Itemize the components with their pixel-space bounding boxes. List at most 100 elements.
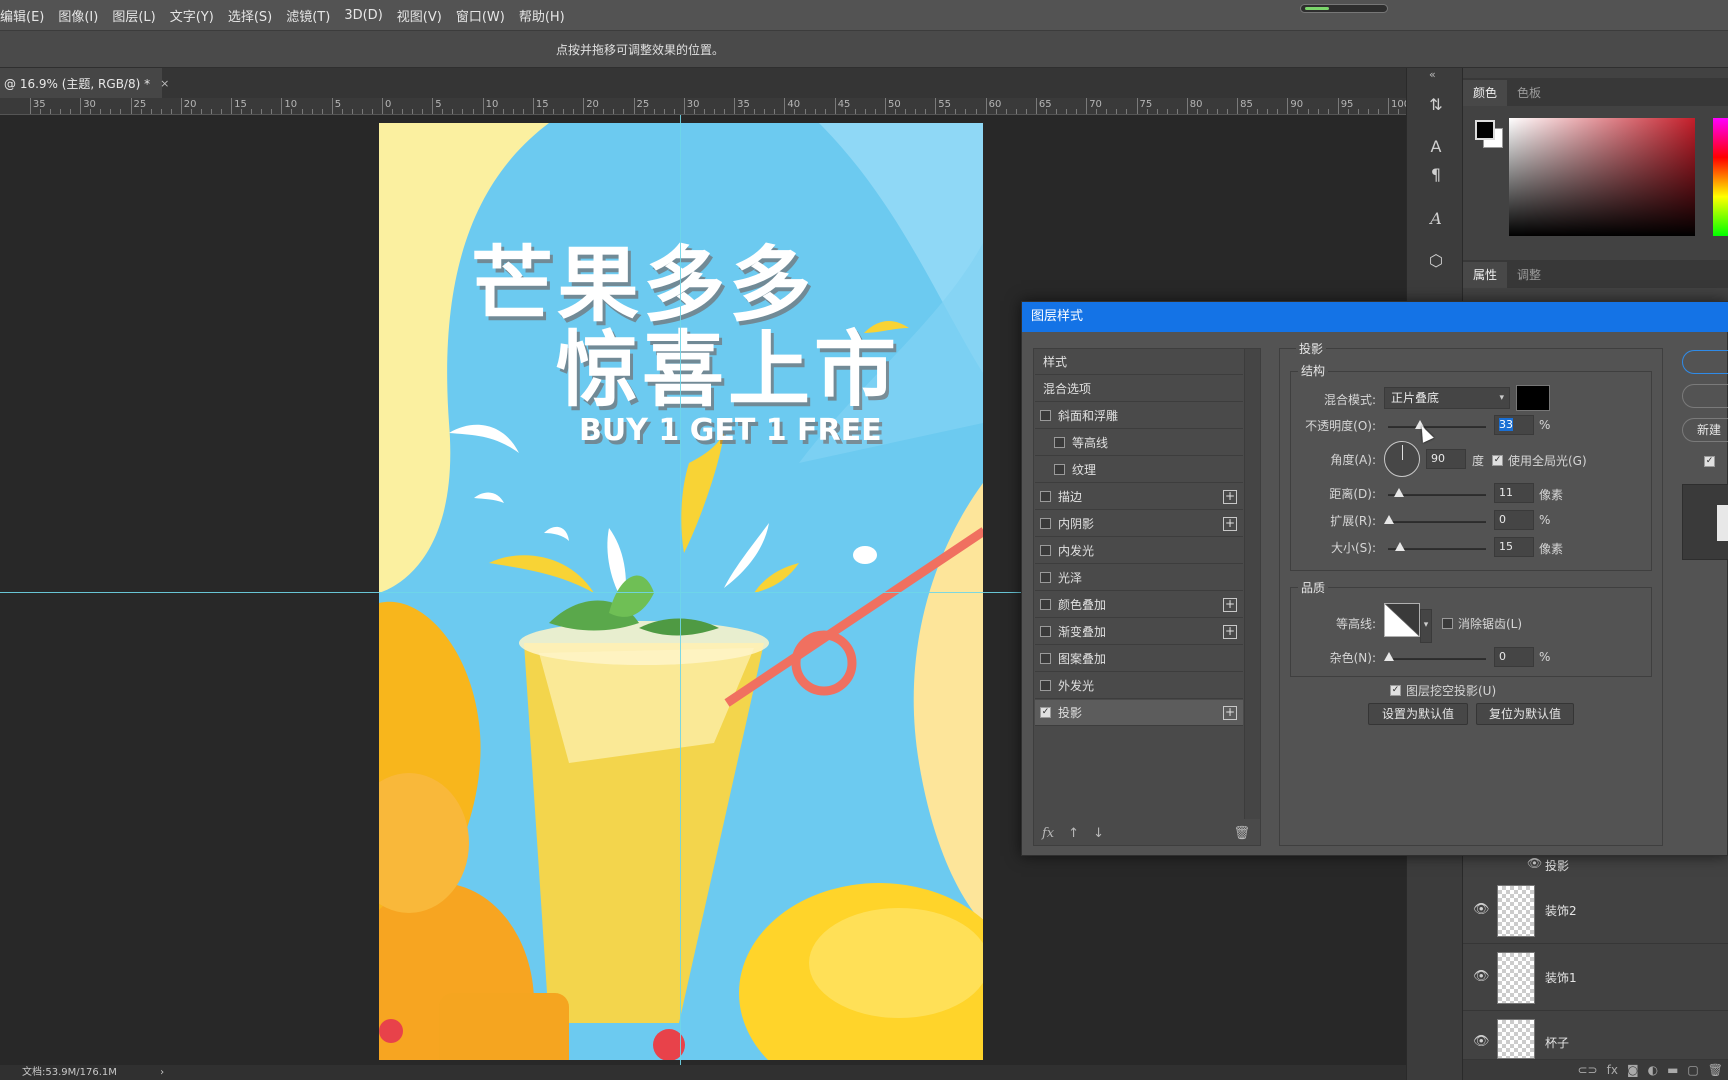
checkbox[interactable]: ✓ <box>1040 707 1051 718</box>
style-item[interactable]: 斜面和浮雕 <box>1035 403 1243 429</box>
style-item[interactable]: 图案叠加 <box>1035 646 1243 672</box>
add-style-instance-button[interactable]: + <box>1223 706 1237 720</box>
trash-icon[interactable]: 🗑 <box>1233 826 1250 841</box>
menu-item[interactable]: 图层(L) <box>105 6 162 25</box>
checkbox[interactable] <box>1040 545 1051 556</box>
checkbox[interactable] <box>1040 518 1051 529</box>
styles-list-scrollbar[interactable] <box>1244 349 1260 819</box>
menu-item[interactable]: 滤镜(T) <box>279 6 337 25</box>
style-item[interactable]: 光泽 <box>1035 565 1243 591</box>
menu-item[interactable]: 文字(Y) <box>163 6 221 25</box>
tab-color[interactable]: 颜色 <box>1463 80 1508 106</box>
checkbox[interactable] <box>1040 653 1051 664</box>
style-item[interactable]: 外发光 <box>1035 673 1243 699</box>
slider-thumb[interactable] <box>1395 542 1405 551</box>
global-light-checkbox[interactable]: ✓ 使用全局光(G) <box>1492 452 1587 469</box>
mask-icon[interactable]: ◙ <box>1627 1063 1639 1077</box>
checkbox[interactable] <box>1054 464 1065 475</box>
checkbox[interactable] <box>1040 572 1051 583</box>
add-style-instance-button[interactable]: + <box>1223 517 1237 531</box>
shadow-color-swatch[interactable] <box>1516 385 1550 411</box>
style-item[interactable]: 纹理 <box>1035 457 1243 483</box>
spread-input[interactable]: 0 <box>1494 510 1534 530</box>
history-icon[interactable]: ⇅ <box>1425 94 1447 116</box>
style-item[interactable]: ✓ 投影 + <box>1035 700 1243 726</box>
chevron-down-icon[interactable]: ▾ <box>1420 609 1432 643</box>
tab-adjustments[interactable]: 调整 <box>1507 262 1551 288</box>
layer-effect-row[interactable]: 👁 投影 <box>1463 854 1728 876</box>
add-style-instance-button[interactable]: + <box>1223 490 1237 504</box>
checkbox[interactable] <box>1040 491 1051 502</box>
new-style-button[interactable]: 新建 <box>1682 418 1728 442</box>
checkbox[interactable]: ✓ <box>1492 455 1503 466</box>
preview-checkbox[interactable]: ✓ <box>1704 456 1715 467</box>
opacity-input[interactable]: 33 <box>1494 415 1534 435</box>
spread-slider[interactable] <box>1384 515 1486 524</box>
foreground-color-swatch[interactable] <box>1475 120 1495 140</box>
eye-icon[interactable]: 👁 <box>1473 969 1490 984</box>
menu-item[interactable]: 视图(V) <box>390 6 449 25</box>
eye-icon[interactable]: 👁 <box>1473 1034 1490 1049</box>
contour-preview[interactable] <box>1384 603 1420 637</box>
style-item[interactable]: 内发光 <box>1035 538 1243 564</box>
paragraph-icon[interactable]: ¶ <box>1425 164 1447 186</box>
move-down-icon[interactable]: ↓ <box>1093 826 1104 841</box>
group-folder-icon[interactable]: ▬ <box>1667 1063 1678 1077</box>
checkbox[interactable] <box>1040 680 1051 691</box>
eye-icon[interactable]: 👁 <box>1473 902 1490 917</box>
menu-item[interactable]: 选择(S) <box>221 6 279 25</box>
adjustment-layer-icon[interactable]: ◐ <box>1648 1063 1658 1077</box>
angle-input[interactable]: 90 <box>1426 449 1466 469</box>
checkbox[interactable] <box>1442 618 1453 629</box>
trash-icon[interactable]: 🗑 <box>1708 1063 1723 1077</box>
style-item[interactable]: 等高线 <box>1035 430 1243 456</box>
antialias-checkbox[interactable]: 消除锯齿(L) <box>1442 615 1522 632</box>
document-tab[interactable]: @ 16.9% (主题, RGB/8) * × <box>0 68 169 98</box>
tab-properties[interactable]: 属性 <box>1463 262 1508 288</box>
layer-row[interactable]: 👁 装饰1 <box>1463 945 1728 1011</box>
slider-thumb[interactable] <box>1384 652 1394 661</box>
checkbox[interactable] <box>1040 410 1051 421</box>
style-item[interactable]: 渐变叠加 + <box>1035 619 1243 645</box>
hue-slider[interactable] <box>1713 118 1728 236</box>
layer-row[interactable]: 👁 装饰2 <box>1463 878 1728 944</box>
tab-swatches[interactable]: 色板 <box>1507 80 1551 106</box>
size-slider[interactable] <box>1388 542 1486 551</box>
dialog-title-bar[interactable]: 图层样式 <box>1022 302 1728 332</box>
add-style-instance-button[interactable]: + <box>1223 598 1237 612</box>
cancel-button[interactable] <box>1682 384 1728 408</box>
checkbox[interactable] <box>1054 437 1065 448</box>
slider-thumb[interactable] <box>1384 515 1394 524</box>
menu-item[interactable]: 编辑(E) <box>0 6 51 25</box>
move-up-icon[interactable]: ↑ <box>1068 826 1079 841</box>
style-item[interactable]: 内阴影 + <box>1035 511 1243 537</box>
reset-default-button[interactable]: 复位为默认值 <box>1476 703 1574 725</box>
close-icon[interactable]: × <box>160 77 169 90</box>
menu-item[interactable]: 3D(D) <box>337 8 389 23</box>
ok-button[interactable] <box>1682 350 1728 374</box>
size-input[interactable]: 15 <box>1494 537 1534 557</box>
angle-dial[interactable] <box>1384 441 1420 477</box>
layer-row[interactable]: 👁 杯子 <box>1463 1012 1728 1060</box>
blend-mode-select[interactable]: 正片叠底 ▾ <box>1384 387 1510 409</box>
noise-slider[interactable] <box>1384 652 1486 661</box>
fx-icon[interactable]: fx <box>1607 1063 1618 1077</box>
new-layer-icon[interactable]: ▢ <box>1687 1063 1698 1077</box>
link-layers-icon[interactable]: ⊂⊃ <box>1578 1063 1598 1077</box>
checkbox[interactable] <box>1040 599 1051 610</box>
style-item[interactable]: 样式 <box>1035 349 1243 375</box>
opacity-slider[interactable] <box>1388 420 1486 429</box>
checkbox[interactable]: ✓ <box>1390 685 1401 696</box>
set-default-button[interactable]: 设置为默认值 <box>1368 703 1468 725</box>
fx-icon[interactable]: fx <box>1042 826 1054 841</box>
distance-slider[interactable] <box>1388 488 1486 497</box>
menu-item[interactable]: 窗口(W) <box>449 6 512 25</box>
knockout-checkbox[interactable]: ✓ 图层挖空投影(U) <box>1390 682 1496 699</box>
slider-thumb[interactable] <box>1394 488 1404 497</box>
add-style-instance-button[interactable]: + <box>1223 625 1237 639</box>
character-icon[interactable]: A <box>1425 136 1447 158</box>
color-picker-field[interactable] <box>1509 118 1695 236</box>
vertical-guide[interactable] <box>680 115 681 1065</box>
status-menu-arrow-icon[interactable]: › <box>160 1067 164 1078</box>
style-item[interactable]: 描边 + <box>1035 484 1243 510</box>
